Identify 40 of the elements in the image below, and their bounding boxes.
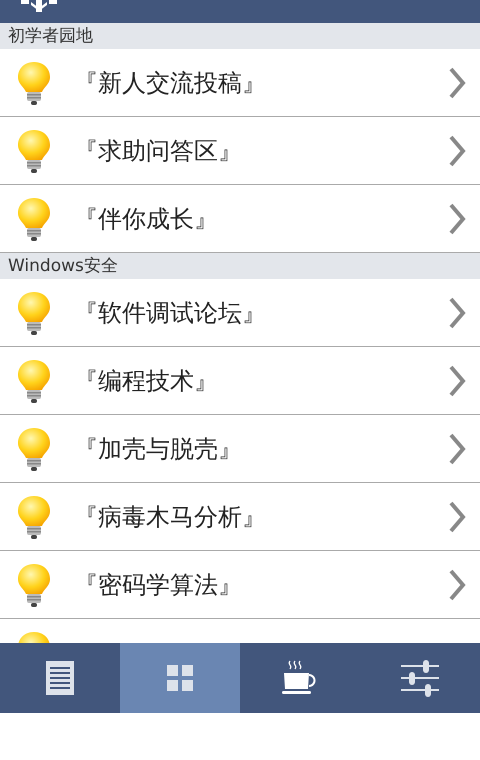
- forum-title: 『病毒木马分析』: [74, 502, 267, 532]
- tab[interactable]: [0, 643, 120, 713]
- forum-title: 『软件调试论坛』: [74, 298, 267, 328]
- forum-row[interactable]: 『加壳与脱壳』: [0, 415, 480, 483]
- forum-title: 『新人交流投稿』: [74, 68, 267, 98]
- chevron-right-icon: [448, 134, 466, 166]
- forum-row[interactable]: 『求助问答区』: [0, 117, 480, 185]
- chevron-right-icon: [448, 432, 466, 464]
- light-bulb-icon: [16, 426, 52, 472]
- light-bulb-icon: [16, 494, 52, 540]
- chevron-right-icon: [448, 66, 466, 98]
- forum-title: 『编程技术』: [74, 366, 219, 396]
- light-bulb-icon: [16, 290, 52, 336]
- tab[interactable]: [360, 643, 480, 713]
- chevron-right-icon: [448, 568, 466, 600]
- document-icon: [46, 661, 74, 695]
- forum-title: 『密码学算法』: [74, 570, 243, 600]
- forum-title: 『加壳与脱壳』: [74, 434, 243, 464]
- grid-icon: [167, 665, 193, 691]
- forum-row[interactable]: 『病毒木马分析』: [0, 483, 480, 551]
- light-bulb-icon: [16, 358, 52, 404]
- forum-title: 『伴你成长』: [74, 204, 219, 234]
- chevron-right-icon: [448, 202, 466, 234]
- sliders-icon: [401, 659, 439, 697]
- light-bulb-icon: [16, 562, 52, 608]
- coffee-cup-icon: [282, 660, 318, 696]
- chevron-right-icon: [448, 364, 466, 396]
- light-bulb-icon: [16, 60, 52, 106]
- chevron-right-icon: [448, 500, 466, 532]
- chevron-right-icon: [448, 296, 466, 328]
- tab[interactable]: [240, 643, 360, 713]
- light-bulb-icon: [16, 128, 52, 174]
- forum-row[interactable]: 『软件调试论坛』: [0, 279, 480, 347]
- forum-row[interactable]: 『新人交流投稿』: [0, 49, 480, 117]
- section-header: 初学者园地: [0, 23, 480, 49]
- forum-row[interactable]: 『编程技术』: [0, 347, 480, 415]
- forum-row[interactable]: 『密码学算法』: [0, 551, 480, 619]
- section-header: Windows安全: [0, 253, 480, 279]
- light-bulb-icon: [16, 196, 52, 242]
- forum-title: 『求助问答区』: [74, 136, 243, 166]
